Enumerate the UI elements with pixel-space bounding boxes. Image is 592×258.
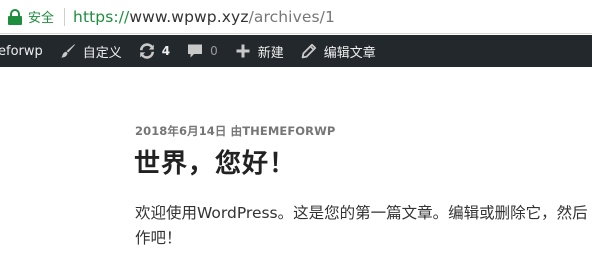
site-name-label: eforwp <box>0 43 43 59</box>
wp-admin-bar: eforwp 自定义 4 0 新建 编辑文章 <box>0 35 592 67</box>
plus-icon <box>234 42 252 60</box>
brush-icon <box>59 42 77 60</box>
new-content-link[interactable]: 新建 <box>226 35 292 67</box>
customize-link[interactable]: 自定义 <box>51 35 130 67</box>
edit-label: 编辑文章 <box>323 45 376 61</box>
url-host: www.wpwp.xyz <box>129 7 249 26</box>
comments-count: 0 <box>210 44 218 58</box>
post-meta[interactable]: 2018年6月14日 由THEMEFORWP <box>135 123 335 139</box>
comments-link[interactable]: 0 <box>178 35 226 67</box>
updates-count: 4 <box>161 44 171 58</box>
browser-address-bar[interactable]: 安全 https://www.wpwp.xyz/archives/1 <box>0 0 592 34</box>
url-scheme: https:// <box>73 7 130 26</box>
post-content: 2018年6月14日 由THEMEFORWP 世界，您好！ 欢迎使用WordPr… <box>0 67 592 258</box>
customize-label: 自定义 <box>82 45 122 61</box>
secure-label[interactable]: 安全 <box>28 7 54 26</box>
pencil-icon <box>300 42 318 60</box>
site-name-link[interactable]: eforwp <box>0 35 51 67</box>
url-text[interactable]: https://www.wpwp.xyz/archives/1 <box>73 8 335 26</box>
updates-link[interactable]: 4 <box>130 35 178 67</box>
address-divider <box>64 7 66 26</box>
url-path: /archives/1 <box>248 7 335 26</box>
edit-post-link[interactable]: 编辑文章 <box>292 35 384 67</box>
post-body-line-1: 欢迎使用WordPress。这是您的第一篇文章。编辑或删除它，然后 <box>135 204 588 222</box>
new-label: 新建 <box>257 45 284 61</box>
comment-bubble-icon <box>186 42 204 60</box>
post-body: 欢迎使用WordPress。这是您的第一篇文章。编辑或删除它，然后 作吧！ <box>135 201 592 251</box>
post-body-line-2: 作吧！ <box>135 229 182 247</box>
post-title: 世界，您好！ <box>134 149 297 179</box>
lock-icon[interactable] <box>8 8 22 25</box>
updates-icon <box>138 42 156 60</box>
